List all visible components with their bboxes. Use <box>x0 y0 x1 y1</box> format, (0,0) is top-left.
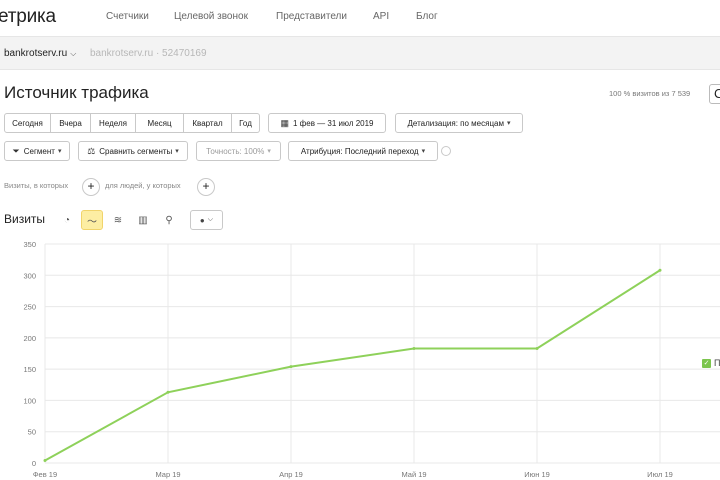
nav-item-counters[interactable]: Счетчики <box>106 11 149 22</box>
bar-chart-icon[interactable]: ▥ <box>132 210 154 230</box>
date-range-button[interactable]: ▦ 1 фев — 31 июл 2019 <box>268 113 386 133</box>
y-tick-label: 50 <box>28 428 36 437</box>
data-point <box>43 458 47 462</box>
y-tick-label: 150 <box>23 365 36 374</box>
segment-label: Сегмент <box>23 146 55 156</box>
top-navigation: етрика Счетчики Целевой звонок Представи… <box>0 0 720 34</box>
calendar-icon: ▦ <box>280 117 289 128</box>
compare-segments-button[interactable]: ⚖ Сравнить сегменты ▾ <box>78 141 188 161</box>
counter-bar: bankrotserv.ru ⌵ bankrotserv.ru · 5247016… <box>0 36 720 70</box>
visits-share-label: 100 % визитов из 7 539 <box>609 89 691 98</box>
y-tick-label: 0 <box>32 459 36 468</box>
data-point <box>535 346 539 350</box>
attribution-label: Атрибуция: Последний переход <box>300 146 419 156</box>
nav-item-target-call[interactable]: Целевой звонок <box>174 11 248 22</box>
comment-icon: ● <box>199 215 205 225</box>
period-selector: Сегодня Вчера Неделя Месяц Квартал Год <box>4 113 260 133</box>
nav-item-blog[interactable]: Блог <box>416 11 438 22</box>
y-tick-label: 200 <box>23 334 36 343</box>
nav-item-representatives[interactable]: Представители <box>276 11 347 22</box>
data-point <box>166 390 170 394</box>
help-icon[interactable] <box>441 146 451 156</box>
compare-label: Сравнить сегменты <box>99 146 173 156</box>
legend-checkbox[interactable]: ✓ <box>702 359 711 368</box>
period-today-button[interactable]: Сегодня <box>4 113 51 133</box>
pie-icon[interactable]: ◔ <box>56 210 78 230</box>
x-tick-label: Мар 19 <box>155 470 180 479</box>
counter-site-label: bankrotserv.ru <box>4 48 68 59</box>
filter-icon: ⏷ <box>12 145 20 156</box>
data-point <box>658 268 662 272</box>
period-quarter-button[interactable]: Квартал <box>184 113 232 133</box>
legend-label: П <box>714 358 720 368</box>
counter-selector[interactable]: bankrotserv.ru ⌵ <box>4 48 76 59</box>
detail-dropdown[interactable]: Детализация: по месяцам ▾ <box>395 113 523 133</box>
chevron-down-icon: ⌵ <box>70 49 77 58</box>
detail-label: Детализация: по месяцам <box>407 118 504 128</box>
data-point <box>412 346 416 350</box>
x-tick-label: Фев 19 <box>33 470 57 479</box>
date-range-label: 1 фев — 31 июл 2019 <box>293 118 374 128</box>
chevron-down-icon: ▾ <box>267 148 271 155</box>
chevron-down-icon: ▾ <box>175 148 179 155</box>
line-chart-icon[interactable]: 〜 <box>81 210 103 230</box>
area-chart-icon[interactable]: ≋ <box>107 210 129 230</box>
x-tick-label: Июн 19 <box>524 470 550 479</box>
segment-button[interactable]: ⏷ Сегмент ▾ <box>4 141 70 161</box>
page-title: Источник трафика <box>4 83 149 102</box>
accuracy-label: Точность: 100% <box>206 146 265 156</box>
y-tick-label: 300 <box>23 271 36 280</box>
period-year-button[interactable]: Год <box>232 113 260 133</box>
x-tick-label: Май 19 <box>401 470 426 479</box>
period-week-button[interactable]: Неделя <box>91 113 136 133</box>
options-button[interactable]: С <box>709 84 720 104</box>
period-yesterday-button[interactable]: Вчера <box>51 113 91 133</box>
chevron-down-icon: ▾ <box>507 120 511 127</box>
y-tick-label: 350 <box>23 240 36 249</box>
visits-condition-label: Визиты, в которых <box>4 181 69 190</box>
map-pin-icon[interactable]: ⚲ <box>158 210 180 230</box>
chevron-down-icon: ▾ <box>57 148 62 155</box>
chart-title: Визиты <box>4 212 46 226</box>
data-point <box>289 365 293 369</box>
chevron-down-icon: ⌵ <box>207 216 214 223</box>
compare-icon: ⚖ <box>87 145 96 156</box>
period-month-button[interactable]: Месяц <box>136 113 184 133</box>
visits-line-chart: 0 50 100 150 200 250 300 350 Фев 19 Мар 19 Апр 19 М… <box>23 240 720 479</box>
y-tick-label: 100 <box>23 396 36 405</box>
app-logo[interactable]: етрика <box>0 6 56 28</box>
attribution-button[interactable]: Атрибуция: Последний переход ▾ <box>288 141 438 161</box>
nav-item-api[interactable]: API <box>373 11 389 22</box>
annotations-dropdown[interactable]: ● ⌵ <box>190 210 223 230</box>
x-tick-label: Июл 19 <box>647 470 673 479</box>
add-visit-condition-button[interactable]: + <box>82 178 100 196</box>
chevron-down-icon: ▾ <box>421 148 426 155</box>
add-people-condition-button[interactable]: + <box>197 178 215 196</box>
accuracy-button[interactable]: Точность: 100% ▾ <box>196 141 281 161</box>
x-tick-label: Апр 19 <box>279 470 303 479</box>
people-condition-label: для людей, у которых <box>105 181 181 190</box>
y-tick-label: 250 <box>23 303 36 312</box>
counter-id-label: bankrotserv.ru · 52470169 <box>90 48 207 59</box>
